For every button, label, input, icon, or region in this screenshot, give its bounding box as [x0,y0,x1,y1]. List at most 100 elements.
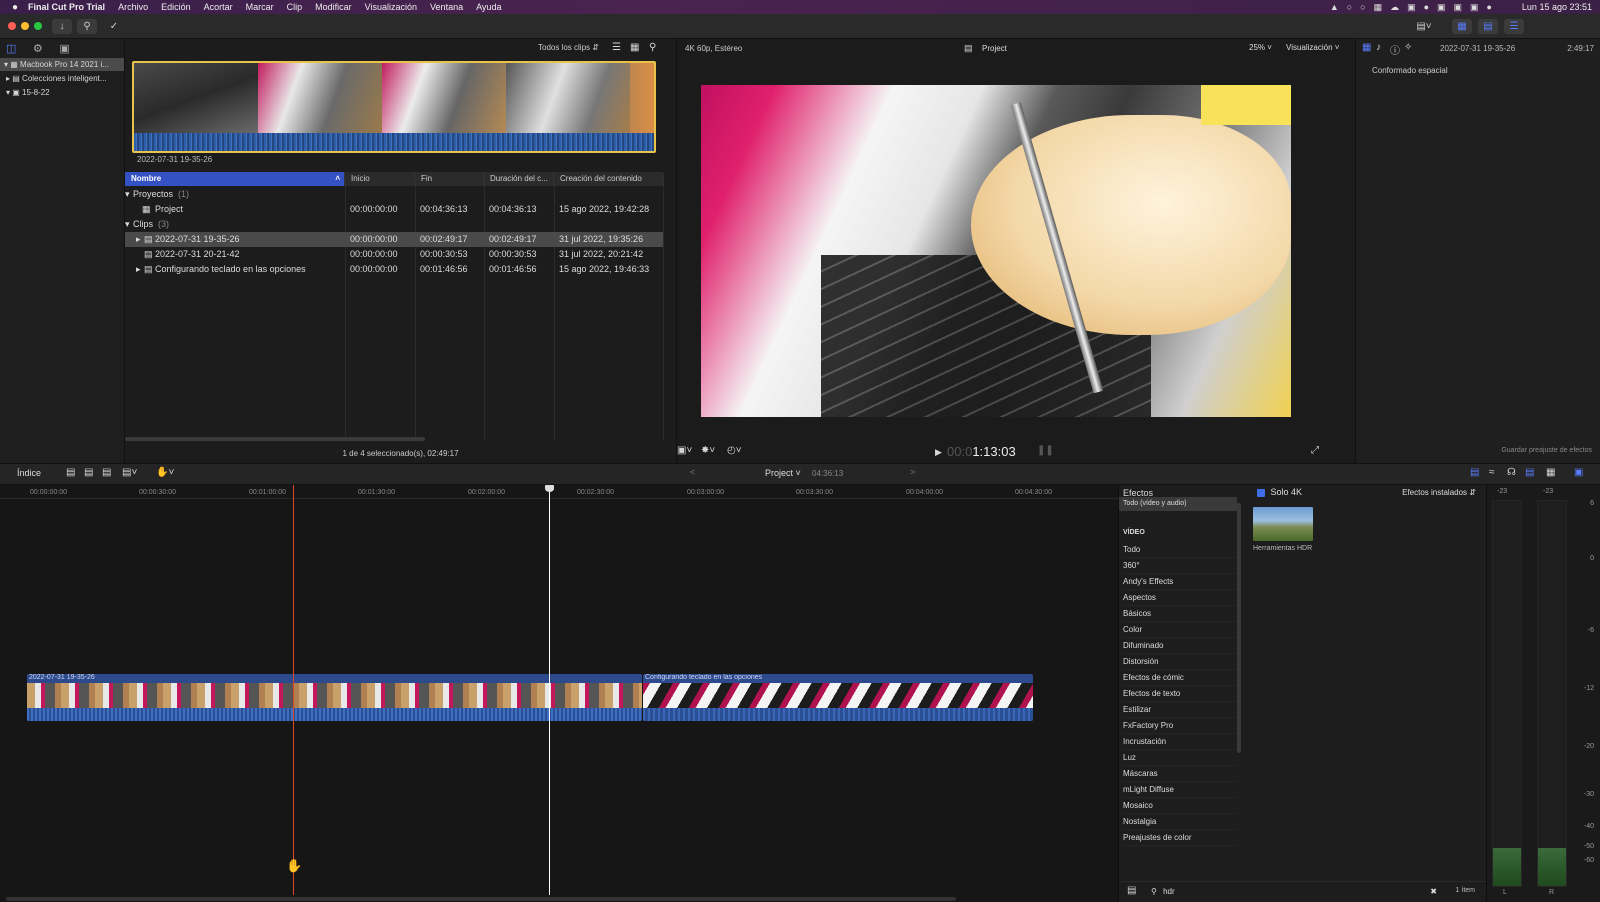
disclosure-open-icon[interactable]: ▾ [4,60,8,69]
effects-category-item[interactable]: Difuminado [1123,641,1237,654]
timeline-scrollbar[interactable] [6,897,956,901]
filmstrip-icon[interactable]: ▦ [630,42,639,53]
connect-clip-icon[interactable]: ▤ [66,467,75,478]
table-row[interactable]: ▤ 2022-07-31 20-21-42 00:00:00:00 00:00:… [125,247,676,262]
effects-category-item[interactable]: Básicos [1123,609,1237,622]
category-all-av[interactable]: Todo (vídeo y audio) [1119,497,1237,511]
effects-category-item[interactable]: Todo [1123,545,1237,558]
effects-category-item[interactable]: Nostalgia [1123,817,1237,830]
effects-category-item[interactable]: Andy's Effects [1123,577,1237,590]
audio-meter-mini-icon[interactable]: ❚❚ [1037,445,1054,456]
share-icon[interactable]: ▤˅ [1410,19,1438,34]
menu-ventana[interactable]: Ventana [430,2,463,12]
search-input[interactable]: hdr [1163,887,1175,896]
photos-icon[interactable]: ⚙ [33,43,43,55]
effects-category-item[interactable]: Luz [1123,753,1237,766]
category-scrollbar[interactable] [1237,503,1241,753]
list-view-icon[interactable]: ☰ [612,42,621,53]
snapping-icon[interactable]: ▤ [1525,467,1534,478]
layout-timeline-icon[interactable]: ▤ [1478,19,1498,34]
timeline-pane[interactable]: 00:00:00:00 00:00:30:00 00:01:00:00 00:0… [0,485,1118,902]
effects-category-item[interactable]: Máscaras [1123,769,1237,782]
effects-category-item[interactable]: Estilizar [1123,705,1237,718]
apple-icon[interactable]: ● [12,2,18,13]
menu-acortar[interactable]: Acortar [204,2,233,12]
installed-effects-menu[interactable]: Efectos instalados ⇵ [1402,488,1476,497]
libraries-icon[interactable]: ◫ [6,43,16,55]
disclosure-closed-icon[interactable]: ▸ [136,262,141,277]
disclosure-open-icon[interactable]: ▾ [6,88,10,97]
effects-category-item[interactable]: Efectos de texto [1123,689,1237,702]
effects-browser-icon[interactable]: ▣ [1574,467,1583,478]
effects-category-item[interactable]: 360° [1123,561,1237,574]
transform-icon[interactable]: ▣˅ [677,445,692,456]
effects-category-item[interactable]: Efectos de cómic [1123,673,1237,686]
video-inspector-icon[interactable]: ▦ [1362,42,1371,53]
transitions-inspector-icon[interactable]: ✧ [1404,42,1412,53]
effects-category-item[interactable]: Distorsión [1123,657,1237,670]
menu-visualizacion[interactable]: Visualización [365,2,417,12]
group-row-projects[interactable]: ▾ Proyectos (1) [125,187,676,202]
video-frame[interactable] [701,85,1291,417]
insert-clip-icon[interactable]: ▤ [84,467,93,478]
effects-category-item[interactable]: Aspectos [1123,593,1237,606]
disclosure-closed-icon[interactable]: ▸ [6,74,10,83]
speed-icon[interactable]: ◴˅ [727,445,742,456]
disclosure-closed-icon[interactable]: ▸ [136,232,141,247]
back-arrow-icon[interactable]: < [690,467,695,477]
table-row[interactable]: ▦ Project 00:00:00:00 00:04:36:13 00:04:… [125,202,676,217]
info-inspector-icon[interactable]: ⓘ [1390,42,1400,57]
timeline-ruler[interactable]: 00:00:00:00 00:00:30:00 00:01:00:00 00:0… [0,485,1118,499]
effect-thumbnail[interactable] [1253,507,1313,541]
horizontal-scrollbar[interactable] [125,437,425,441]
effects-category-item[interactable]: FxFactory Pro [1123,721,1237,734]
menu-clip[interactable]: Clip [287,2,303,12]
library-item[interactable]: ▾ ▣ 15-8-22 [0,86,124,99]
playhead[interactable] [549,485,550,895]
effects-category-item[interactable]: Incrustación [1123,737,1237,750]
forward-arrow-icon[interactable]: > [910,467,915,477]
skimming-icon[interactable]: ▤ [1470,467,1479,478]
search-icon[interactable]: ⚲ [649,42,656,53]
enhance-icon[interactable]: ✸˅ [701,445,715,456]
import-icon[interactable]: ↓ [52,19,72,34]
column-header-end[interactable]: Fin [415,172,484,186]
menu-app-name[interactable]: Final Cut Pro Trial [28,2,105,12]
disclosure-open-icon[interactable]: ▾ [125,217,130,232]
table-row[interactable]: ▸ ▤ Configurando teclado en las opciones… [125,262,676,277]
column-header-created[interactable]: Creación del contenido [554,172,663,186]
key-icon[interactable]: ⚲ [77,19,97,34]
hand-tool-icon[interactable]: ✋˅ [156,467,174,478]
effects-category-item[interactable]: mLight Diffuse [1123,785,1237,798]
sidebar-toggle-icon[interactable]: ▤ [1127,885,1136,896]
audio-skimming-icon[interactable]: ≈ [1489,467,1495,478]
clip-appearance-icon[interactable]: ▦ [1546,467,1555,478]
disclosure-open-icon[interactable]: ▾ [125,187,130,202]
playhead-handle-icon[interactable] [545,485,554,492]
minimize-window-button[interactable] [21,22,29,30]
library-item[interactable]: ▾ ▦ Macbook Pro 14 2021 i... [0,58,124,71]
layout-libraries-icon[interactable]: ▦ [1452,19,1472,34]
column-header-duration[interactable]: Duración del c... [484,172,554,186]
layout-inspector-icon[interactable]: ☰ [1504,19,1524,34]
menu-ayuda[interactable]: Ayuda [476,2,501,12]
append-clip-icon[interactable]: ▤ [102,467,111,478]
save-effects-preset-button[interactable]: Guardar preajuste de efectos [1501,447,1592,454]
play-icon[interactable]: ▶ [935,447,942,458]
menu-marcar[interactable]: Marcar [246,2,274,12]
menu-edicion[interactable]: Edición [161,2,191,12]
browser-filter[interactable]: Todos los clips ⇵ [538,43,599,52]
menu-archivo[interactable]: Archivo [118,2,148,12]
fullscreen-icon[interactable]: ⤢ [1311,445,1319,456]
background-tasks-icon[interactable]: ✓ [104,19,124,34]
index-button[interactable]: Índice [17,468,41,478]
titles-icon[interactable]: ▣ [59,43,69,55]
audio-inspector-icon[interactable]: ♪ [1376,42,1381,53]
effects-category-item[interactable]: Preajustes de color [1123,833,1237,846]
timeline-project-menu[interactable]: Project ˅ [765,468,801,478]
clip-filmstrip[interactable] [132,61,656,153]
view-menu[interactable]: Visualización ˅ [1286,43,1339,52]
menu-modificar[interactable]: Modificar [315,2,352,12]
solo-icon[interactable]: ☊ [1507,467,1516,478]
table-row-selected[interactable]: ▸ ▤ 2022-07-31 19-35-26 00:00:00:00 00:0… [125,232,663,247]
